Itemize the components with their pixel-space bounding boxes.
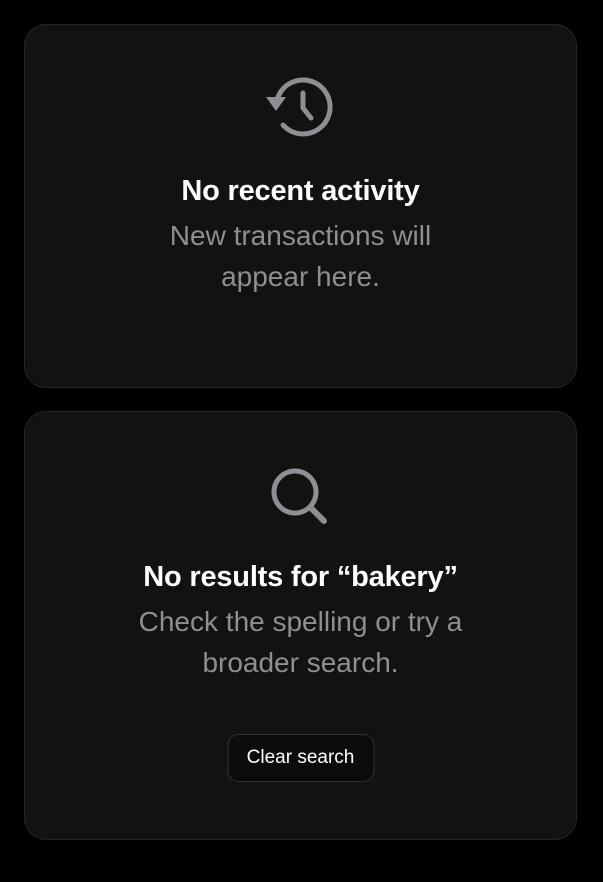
- search-empty-message: Check the spelling or try a broader sear…: [138, 606, 463, 678]
- search-icon: [266, 459, 336, 529]
- history-icon: [265, 73, 336, 143]
- search-empty-state-card: No results for “bakery” Check the spelli…: [24, 411, 577, 840]
- search-empty-title: No results for “bakery”: [143, 561, 458, 593]
- activity-empty-title: No recent activity: [181, 175, 420, 207]
- activity-empty-message: New transactions will appear here.: [169, 220, 432, 292]
- clear-search-button[interactable]: Clear search: [227, 734, 374, 782]
- activity-empty-state-card: No recent activity New transactions will…: [24, 24, 577, 388]
